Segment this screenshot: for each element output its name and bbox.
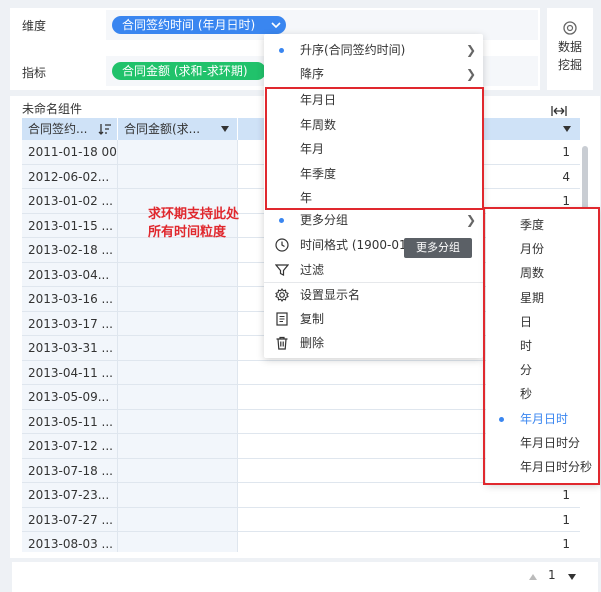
date-cell: 2013-07-12 ... [22, 434, 118, 458]
amount-cell [118, 287, 238, 311]
menu-item-copy[interactable]: 复制 [264, 307, 483, 331]
table-row[interactable]: 2013-07-23... 1 [22, 483, 580, 508]
sort-icon[interactable] [98, 122, 112, 136]
value-cell: 4 [562, 169, 570, 184]
indicator-pill[interactable]: 合同金额 (求和-求环期) [112, 62, 266, 80]
filter-icon [275, 263, 289, 277]
annotation-text: 求环期支持此处 所有时间粒度 [148, 206, 239, 242]
date-cell: 2013-03-17 ... [22, 311, 118, 335]
menu-time-format-label: 时间格式 (1900-01 [300, 238, 407, 252]
dimension-label: 维度 [22, 19, 47, 33]
menu-item-filter[interactable]: 过滤 [264, 258, 483, 282]
date-cell: 2013-03-31 ... [22, 336, 118, 360]
header-value-dropdown-icon[interactable] [562, 124, 572, 134]
indicator-label: 指标 [22, 66, 47, 80]
clock-icon [275, 238, 289, 252]
menu-item-sort-asc[interactable]: 升序(合同签约时间) ❯ [264, 38, 483, 62]
component-title: 未命名组件 [22, 102, 83, 116]
date-cell: 2012-06-02... [22, 164, 118, 188]
date-cell: 2013-03-04... [22, 262, 118, 286]
amount-cell [118, 507, 238, 531]
menu-copy-label: 复制 [300, 312, 325, 326]
more-groups-tooltip: 更多分组 [404, 238, 472, 258]
amount-cell [118, 434, 238, 458]
menu-more-groups-label: 更多分组 [300, 213, 349, 227]
date-cell: 2013-04-11 ... [22, 360, 118, 384]
amount-cell [118, 409, 238, 433]
menu-filter-label: 过滤 [300, 263, 325, 277]
dimension-pill-label: 合同签约时间 (年月日时) [122, 18, 256, 32]
pager: 1 [12, 562, 598, 592]
annotation-line-2: 所有时间粒度 [148, 225, 227, 240]
menu-delete-label: 删除 [300, 336, 325, 350]
date-cell: 2013-05-11 ... [22, 409, 118, 433]
data-mining-icon [562, 20, 578, 36]
amount-cell [118, 458, 238, 482]
date-cell: 2011-01-18 00 [22, 140, 118, 164]
indicator-pill-label: 合同金额 (求和-求环期) [122, 64, 248, 78]
value-cell: 1 [562, 145, 570, 159]
amount-cell [118, 360, 238, 384]
page-number: 1 [548, 568, 556, 582]
highlight-box-grouping [265, 87, 484, 210]
amount-cell [118, 311, 238, 335]
menu-display-name-label: 设置显示名 [300, 288, 361, 302]
column-width-icon[interactable] [551, 105, 567, 117]
header-amount-label: 合同金额(求... [124, 122, 201, 136]
annotation-line-1: 求环期支持此处 [148, 207, 240, 222]
data-mining-label-2: 挖掘 [557, 58, 582, 72]
date-cell: 2013-07-23... [22, 483, 118, 507]
selected-dot-icon [279, 218, 284, 223]
header-amount-dropdown-icon[interactable] [220, 124, 230, 134]
table-row[interactable]: 2013-07-27 ... 1 [22, 507, 580, 532]
chevron-right-icon: ❯ [466, 43, 477, 57]
trash-icon [275, 336, 289, 350]
date-cell: 2013-07-18 ... [22, 458, 118, 482]
amount-cell [118, 164, 238, 188]
value-cell: 1 [562, 512, 570, 527]
date-cell: 2013-01-02 ... [22, 189, 118, 213]
gear-icon [275, 288, 289, 302]
menu-item-display-name[interactable]: 设置显示名 [264, 283, 483, 307]
selected-dot-icon [279, 48, 284, 53]
amount-cell [118, 140, 238, 164]
menu-item-delete[interactable]: 删除 [264, 331, 483, 355]
amount-cell [118, 385, 238, 409]
copy-icon [275, 312, 289, 326]
next-page-icon[interactable] [567, 572, 577, 582]
value-cell: 1 [562, 488, 570, 502]
prev-page-icon[interactable] [528, 572, 538, 582]
amount-cell [118, 262, 238, 286]
date-cell: 2013-07-27 ... [22, 507, 118, 531]
amount-cell [118, 336, 238, 360]
data-mining-label-1: 数据 [557, 40, 582, 54]
chevron-right-icon: ❯ [466, 67, 477, 81]
menu-sort-asc-label: 升序(合同签约时间) [300, 43, 406, 57]
amount-cell [118, 532, 238, 552]
menu-item-sort-desc[interactable]: 降序 ❯ [264, 62, 483, 86]
value-cell: 1 [562, 537, 570, 551]
table-row[interactable]: 2013-08-03 ... 1 [22, 532, 580, 552]
date-cell: 2013-08-03 ... [22, 532, 118, 552]
menu-sort-desc-label: 降序 [300, 67, 325, 81]
dimension-pill[interactable]: 合同签约时间 (年月日时) [112, 16, 286, 34]
amount-cell [118, 483, 238, 507]
data-mining-button[interactable]: 数据 挖掘 [547, 8, 593, 90]
chevron-down-icon[interactable] [268, 18, 284, 32]
chevron-right-icon: ❯ [466, 213, 477, 227]
date-cell: 2013-01-15 ... [22, 213, 118, 237]
menu-item-more-groups[interactable]: 更多分组 ❯ [264, 208, 483, 232]
date-cell: 2013-03-16 ... [22, 287, 118, 311]
header-date-label: 合同签约... [28, 122, 88, 136]
date-cell: 2013-02-18 ... [22, 238, 118, 262]
date-cell: 2013-05-09... [22, 385, 118, 409]
highlight-box-submenu [483, 207, 600, 485]
